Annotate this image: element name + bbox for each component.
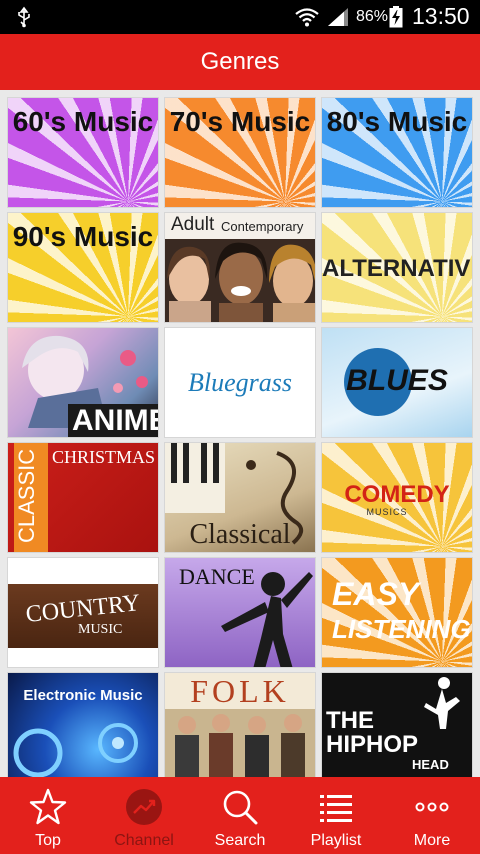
nav-tab-playlist[interactable]: Playlist (288, 777, 384, 854)
bottom-navigation: Top Channel Search Playlist More (0, 777, 480, 854)
genre-tile-70s-music[interactable]: 70's Music (164, 97, 316, 208)
genre-sublabel: Contemporary (221, 219, 304, 234)
genre-tile-bluegrass[interactable]: Bluegrass (164, 327, 316, 438)
usb-icon (18, 6, 30, 28)
genre-label: FOLK (190, 673, 290, 709)
genre-tile-electronic-music[interactable]: Electronic Music (7, 672, 159, 777)
genre-label: BLUES (346, 364, 448, 397)
star-icon (29, 788, 67, 825)
nav-label: Top (35, 832, 61, 849)
page-title: Genres (200, 48, 280, 75)
genre-label: ANIME (68, 404, 158, 437)
app-header: Genres (0, 34, 480, 90)
genre-label: Adult (171, 214, 215, 235)
nav-label: Channel (114, 832, 174, 849)
genre-tile-country-music[interactable]: COUNTRY MUSIC (7, 557, 159, 668)
more-icon (415, 802, 449, 812)
battery-charging-icon (389, 6, 403, 28)
status-bar: 86% 13:50 (0, 0, 480, 34)
genre-sublabel: LISTENING (332, 614, 471, 644)
genre-label: COMEDY (344, 481, 450, 508)
genre-label: EASY (332, 576, 420, 612)
nav-tab-search[interactable]: Search (192, 777, 288, 854)
genre-label: Bluegrass (188, 368, 292, 397)
genre-tile-90s-music[interactable]: 90's Music (7, 212, 159, 323)
genre-tile-comedy[interactable]: COMEDY MUSICS (321, 442, 473, 553)
nav-label: More (413, 832, 451, 849)
genre-sublabel: HEAD (412, 757, 449, 772)
genre-sublabel: CHRISTMAS (52, 447, 156, 467)
clock: 13:50 (412, 3, 470, 29)
genre-tile-classical[interactable]: Classical (164, 442, 316, 553)
genre-sublabel: MUSICS (366, 507, 408, 517)
genre-sublabel: MUSIC (78, 622, 123, 637)
genre-grid: 60's Music 70's Music 80's Music 90's Mu… (7, 97, 473, 777)
genre-tile-80s-music[interactable]: 80's Music (321, 97, 473, 208)
nav-label: Search (214, 832, 266, 849)
search-icon (223, 790, 258, 825)
genre-label: CLASSIC (14, 448, 39, 543)
genre-label: 70's Music (169, 106, 311, 137)
folk-band-photo (165, 709, 315, 777)
nav-tab-channel[interactable]: Channel (96, 777, 192, 854)
genre-tile-hiphop-head[interactable]: THE HIPHOP HEAD (321, 672, 473, 777)
nav-tab-more[interactable]: More (384, 777, 480, 854)
genre-label: THE HIPHOP (326, 707, 419, 758)
genre-tile-classic-christmas[interactable]: CLASSIC CHRISTMAS (7, 442, 159, 553)
genre-label: ALTERNATIVE (322, 255, 473, 282)
genre-tile-anime[interactable]: ANIME (7, 327, 159, 438)
playlist-icon (320, 795, 352, 822)
trending-icon (126, 789, 162, 825)
genre-label: Electronic Music (23, 687, 143, 704)
genre-tile-dance[interactable]: DANCE (164, 557, 316, 668)
genre-tile-folk[interactable]: FOLK (164, 672, 316, 777)
singers-photo (165, 239, 315, 322)
nav-label: Playlist (310, 832, 362, 849)
genre-label: Classical (189, 519, 291, 550)
wifi-icon (295, 8, 319, 27)
genre-label: 60's Music (12, 106, 154, 137)
genre-tile-blues[interactable]: BLUES (321, 327, 473, 438)
nav-tab-top[interactable]: Top (0, 777, 96, 854)
genre-tile-alternative[interactable]: ALTERNATIVE (321, 212, 473, 323)
genre-tile-adult-contemporary[interactable]: Adult Contemporary (164, 212, 316, 323)
genre-tile-easy-listening[interactable]: EASY LISTENING (321, 557, 473, 668)
signal-icon (328, 8, 348, 26)
battery-percent: 86% (356, 8, 389, 25)
genre-label: 90's Music (12, 221, 154, 252)
genre-label: DANCE (179, 564, 255, 589)
genre-tile-60s-music[interactable]: 60's Music (7, 97, 159, 208)
genre-label: 80's Music (326, 106, 468, 137)
